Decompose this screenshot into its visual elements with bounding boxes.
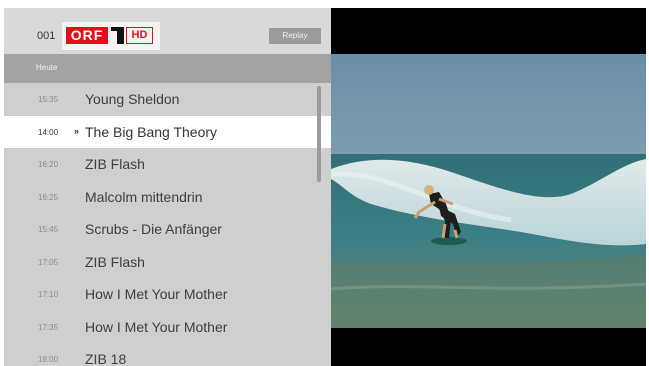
program-row[interactable]: 16:25 Malcolm mittendrin (4, 181, 331, 214)
hd-badge: HD (126, 27, 153, 44)
program-guide-panel: 001 ORF HD Replay Heute 15:35 Young Sheld… (4, 8, 331, 366)
program-time: 15:45 (38, 225, 59, 234)
surfer-video-frame (331, 54, 646, 328)
program-row[interactable]: 15:35 Young Sheldon (4, 83, 331, 116)
program-title: ZIB Flash (85, 253, 145, 270)
program-title: Young Sheldon (85, 91, 180, 107)
program-title: Scrubs - Die Anfänger (85, 221, 222, 237)
program-row[interactable]: 16:20 ZIB Flash (4, 148, 331, 181)
orf-logo-text: ORF (66, 27, 108, 44)
program-row[interactable]: 17:05 ZIB Flash (4, 246, 331, 279)
day-header: Heute (4, 54, 331, 83)
replay-button[interactable]: Replay (269, 28, 321, 44)
scrollbar[interactable] (317, 86, 321, 182)
program-time: 17:35 (38, 322, 59, 332)
program-title: ZIB Flash (85, 156, 145, 172)
program-time: 17:10 (38, 290, 59, 299)
tv-screen: 001 ORF HD Replay Heute 15:35 Young Sheld… (4, 8, 646, 366)
program-row[interactable]: 17:10 How I Met Your Mother (4, 278, 331, 311)
program-row[interactable]: 14:00 » The Big Bang Theory (4, 115, 331, 148)
program-row[interactable]: 15:45 Scrubs - Die Anfänger (4, 213, 331, 246)
orf-one-mark-icon (111, 27, 124, 44)
program-time: 14:00 (38, 127, 59, 137)
program-row[interactable]: 17:35 How I Met Your Mother (4, 311, 331, 344)
program-time: 17:05 (38, 257, 59, 267)
selected-marker-icon: » (74, 125, 80, 136)
channel-header: 001 ORF HD Replay (4, 8, 331, 54)
program-row[interactable]: 18:00 ZIB 18 (4, 343, 331, 366)
video-preview[interactable] (331, 54, 646, 328)
program-time: 18:00 (38, 355, 59, 364)
program-time: 15:35 (38, 95, 59, 104)
program-time: 16:25 (38, 192, 59, 202)
day-label: Heute (36, 63, 58, 72)
program-time: 16:20 (38, 160, 59, 169)
program-title: The Big Bang Theory (85, 123, 218, 140)
channel-logo: ORF HD (62, 22, 160, 50)
program-title: How I Met Your Mother (85, 318, 228, 335)
program-title: ZIB 18 (85, 351, 127, 366)
program-title: Malcolm mittendrin (85, 188, 203, 205)
program-title: How I Met Your Mother (85, 286, 228, 302)
channel-number: 001 (37, 30, 56, 42)
